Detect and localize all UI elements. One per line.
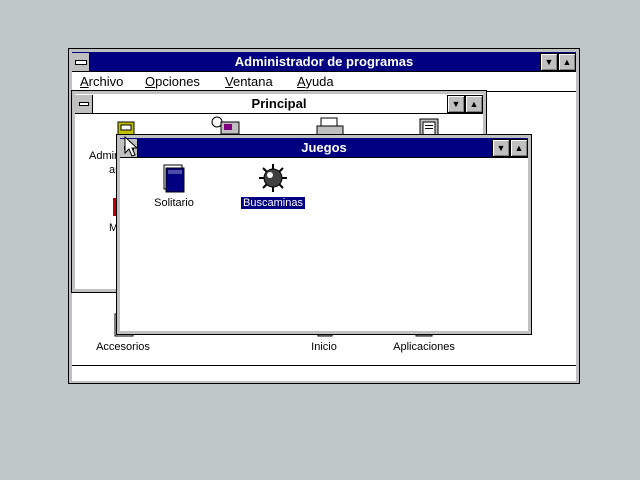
- juegos-title: Juegos: [301, 140, 347, 155]
- menu-ayuda[interactable]: Ayuda: [297, 72, 334, 92]
- principal-titlebar[interactable]: Principal: [75, 94, 483, 114]
- maximize-button[interactable]: ▲: [558, 53, 576, 71]
- workspace-bottom-border: [72, 365, 576, 381]
- menu-bar: Archivo Opciones Ventana Ayuda: [72, 72, 576, 92]
- juegos-client: Juegos ▼ ▲ Solitario Buscaminas: [120, 138, 528, 331]
- menu-opciones[interactable]: Opciones: [145, 72, 200, 92]
- principal-title: Principal: [251, 96, 307, 111]
- solitario-label: Solitario: [154, 197, 194, 209]
- principal-partial-label-1: Admir: [89, 150, 118, 162]
- minesweeper-icon: [259, 164, 287, 192]
- mouse-cursor-icon: [124, 136, 139, 157]
- group-label-accesorios: Accesorios: [96, 341, 150, 353]
- system-menu-button[interactable]: [72, 53, 90, 71]
- menu-ventana[interactable]: Ventana: [225, 72, 273, 92]
- program-item-solitario[interactable]: Solitario: [146, 162, 202, 209]
- juegos-maximize-button[interactable]: ▲: [510, 139, 528, 157]
- buscaminas-label: Buscaminas: [241, 197, 305, 209]
- solitaire-icon: [163, 164, 185, 193]
- program-manager-title: Administrador de programas: [234, 54, 414, 69]
- group-label-aplicaciones: Aplicaciones: [393, 341, 455, 353]
- principal-system-menu-button[interactable]: [75, 95, 93, 113]
- minimize-button[interactable]: ▼: [540, 53, 558, 71]
- juegos-titlebar[interactable]: Juegos: [120, 138, 528, 158]
- juegos-minimize-button[interactable]: ▼: [492, 139, 510, 157]
- program-item-buscaminas[interactable]: Buscaminas: [240, 162, 306, 209]
- principal-maximize-button[interactable]: ▲: [465, 95, 483, 113]
- program-manager-titlebar[interactable]: Administrador de programas: [72, 52, 576, 72]
- principal-minimize-button[interactable]: ▼: [447, 95, 465, 113]
- juegos-window[interactable]: Juegos ▼ ▲ Solitario Buscaminas: [116, 134, 532, 335]
- group-label-inicio: Inicio: [311, 341, 337, 353]
- menu-archivo[interactable]: Archivo: [80, 72, 123, 92]
